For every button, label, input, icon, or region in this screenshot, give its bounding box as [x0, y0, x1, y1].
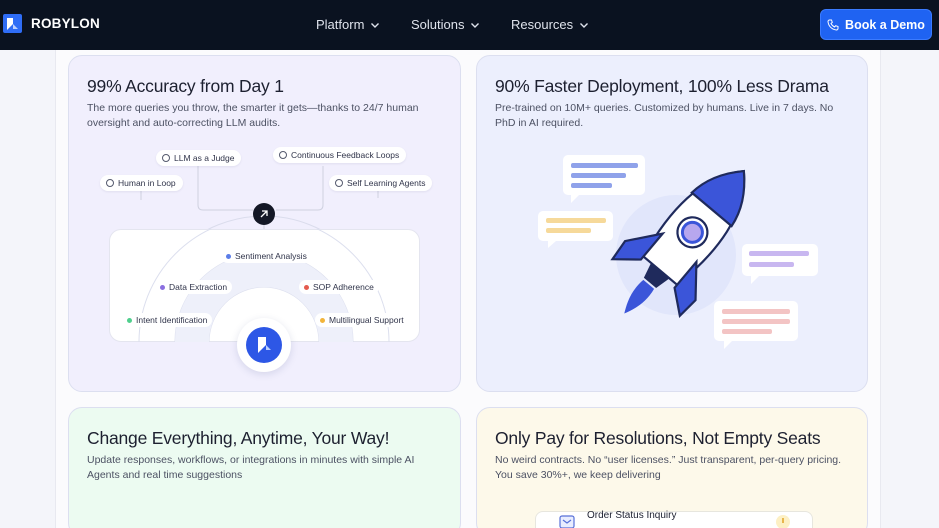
order-preview-title: Order Status Inquiry: [587, 510, 677, 521]
pill-label: Self Learning Agents: [347, 178, 426, 188]
tag-label: Intent Identification: [136, 315, 208, 325]
brain-icon: [335, 179, 343, 187]
alert-icon: [776, 515, 790, 528]
refresh-icon: [279, 151, 287, 159]
card-title: Change Everything, Anytime, Your Way!: [87, 428, 390, 448]
robylon-core-icon: [237, 318, 291, 372]
tag-sop-adherence: SOP Adherence: [299, 280, 379, 294]
tag-sentiment-analysis: Sentiment Analysis: [221, 249, 312, 263]
customization-card: Change Everything, Anytime, Your Way! Up…: [68, 407, 461, 528]
pill-llm-judge: LLM as a Judge: [156, 150, 242, 166]
tag-multilingual-support: Multilingual Support: [315, 313, 409, 327]
tag-label: Multilingual Support: [329, 315, 404, 325]
pill-label: LLM as a Judge: [174, 153, 235, 163]
chat-bubble-icon: [742, 244, 818, 284]
pill-human-loop: Human in Loop: [100, 175, 183, 191]
tag-intent-identification: Intent Identification: [122, 313, 213, 327]
pill-label: Human in Loop: [118, 178, 176, 188]
order-icon: [559, 515, 575, 528]
tag-label: Data Extraction: [169, 282, 228, 292]
card-description: Update responses, workflows, or integrat…: [87, 454, 415, 481]
chat-bubble-icon: [714, 301, 798, 349]
cpu-icon: [162, 154, 170, 162]
chat-bubble-icon: [563, 155, 645, 203]
pill-label: Continuous Feedback Loops: [291, 150, 400, 160]
card-title: Only Pay for Resolutions, Not Empty Seat…: [495, 428, 821, 448]
sparkle-icon: [253, 203, 275, 225]
tag-label: Sentiment Analysis: [235, 251, 307, 261]
pill-feedback-loops: Continuous Feedback Loops: [273, 147, 407, 163]
tag-label: SOP Adherence: [313, 282, 374, 292]
rocket-illustration: [538, 155, 818, 349]
chat-bubble-icon: [538, 211, 613, 248]
user-icon: [106, 179, 114, 187]
card-description: No weird contracts. No “user licenses.” …: [495, 454, 842, 481]
pill-self-learning: Self Learning Agents: [329, 175, 433, 191]
tag-data-extraction: Data Extraction: [155, 280, 233, 294]
